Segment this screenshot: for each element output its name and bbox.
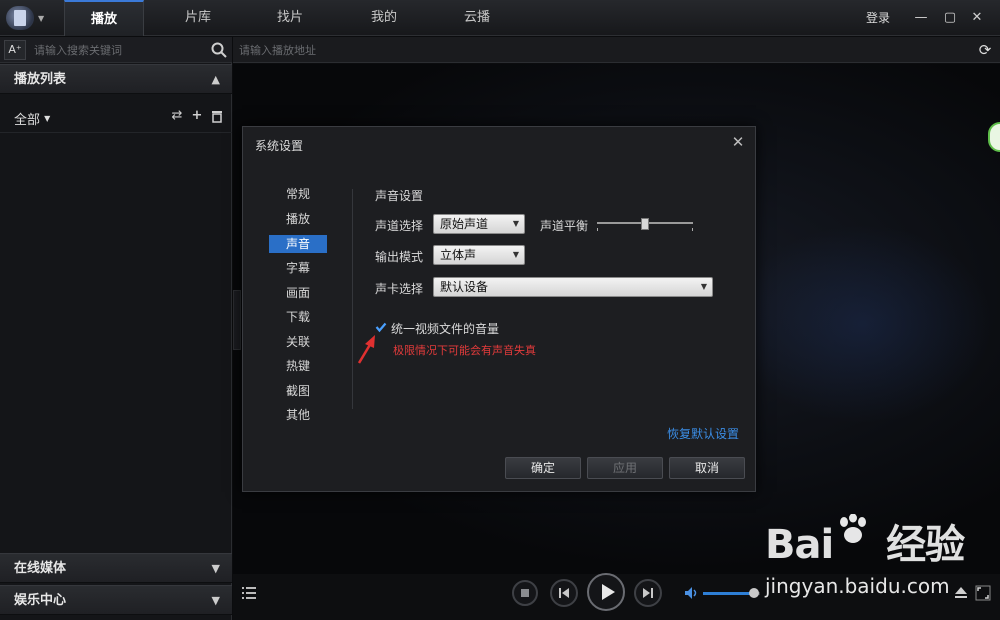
- normalize-volume-label[interactable]: 统一视频文件的音量: [391, 320, 499, 337]
- red-arrow-annotation-icon: [357, 335, 375, 364]
- balance-label: 声道平衡: [540, 219, 589, 233]
- playlist-filter-row: 全部 ▼ ⇄ +: [0, 101, 232, 133]
- fullscreen-icon[interactable]: [975, 585, 991, 601]
- output-select-value: 立体声: [440, 248, 477, 262]
- tab-find[interactable]: 找片: [250, 0, 330, 36]
- output-select[interactable]: 立体声 ▼: [433, 245, 525, 265]
- chevron-down-icon: ▼: [38, 14, 45, 23]
- nav-general[interactable]: 常规: [269, 185, 327, 203]
- search-bar: A⁺: [0, 37, 232, 63]
- trash-icon[interactable]: [210, 109, 224, 123]
- online-media-header[interactable]: 在线媒体 ▼: [0, 553, 232, 583]
- filter-label: 全部: [14, 113, 41, 128]
- stop-button[interactable]: [512, 580, 538, 606]
- address-input[interactable]: [239, 40, 939, 60]
- online-media-title: 在线媒体: [14, 561, 67, 576]
- nav-hotkeys[interactable]: 热键: [269, 357, 327, 375]
- section-title: 声音设置: [375, 189, 424, 203]
- soundcard-select[interactable]: 默认设备 ▼: [433, 277, 713, 297]
- chevron-down-icon[interactable]: ▼: [212, 586, 220, 616]
- filter-dropdown[interactable]: 全部 ▼: [14, 109, 50, 128]
- channel-select-value: 原始声道: [440, 217, 489, 231]
- sidebar: A⁺ 播放列表 ▲ 全部 ▼ ⇄ + 在线媒体 ▼ 娱乐中心 ▼: [0, 37, 232, 620]
- previous-button[interactable]: [550, 579, 578, 607]
- tab-library[interactable]: 片库: [158, 0, 238, 36]
- cancel-button[interactable]: 取消: [669, 457, 745, 479]
- previous-icon: [559, 588, 569, 598]
- play-button[interactable]: [587, 573, 625, 611]
- chevron-down-icon: ▼: [512, 250, 519, 259]
- chevron-up-icon[interactable]: ▲: [212, 65, 220, 95]
- volume-icon[interactable]: [684, 586, 700, 600]
- next-button[interactable]: [634, 579, 662, 607]
- ok-button[interactable]: 确定: [505, 457, 581, 479]
- restore-defaults-link[interactable]: 恢复默认设置: [667, 425, 739, 442]
- distortion-warning: 极限情况下可能会有声音失真: [393, 344, 536, 357]
- sidebar-collapse-handle[interactable]: [233, 290, 241, 350]
- entertainment-title: 娱乐中心: [14, 593, 67, 608]
- tab-mine[interactable]: 我的: [344, 0, 424, 36]
- search-input[interactable]: [30, 40, 208, 60]
- channel-label: 声道选择: [375, 219, 424, 233]
- chevron-down-icon: ▼: [512, 219, 519, 228]
- add-icon[interactable]: +: [190, 109, 204, 123]
- tab-cloud[interactable]: 云播: [437, 0, 517, 36]
- chevron-down-icon[interactable]: ▼: [212, 554, 220, 584]
- app-logo-menu[interactable]: ▼: [6, 6, 46, 30]
- apply-button[interactable]: 应用: [587, 457, 663, 479]
- nav-download[interactable]: 下载: [269, 308, 327, 326]
- refresh-icon[interactable]: ⟳: [976, 41, 994, 59]
- watermark-logo: Bai 经验: [765, 512, 965, 570]
- address-bar: ⟳: [233, 37, 1000, 63]
- next-icon: [643, 588, 653, 598]
- nav-sound[interactable]: 声音: [269, 235, 327, 253]
- nav-divider: [352, 189, 353, 409]
- soundcard-label: 声卡选择: [375, 282, 424, 296]
- minimize-icon[interactable]: —: [908, 0, 934, 36]
- entertainment-header[interactable]: 娱乐中心 ▼: [0, 585, 232, 615]
- top-bar: ▼ 播放 片库 找片 我的 云播 登录 — ▢ ✕: [0, 0, 1000, 36]
- nav-other[interactable]: 其他: [269, 406, 327, 424]
- close-icon[interactable]: ✕: [964, 0, 990, 36]
- channel-select[interactable]: 原始声道 ▼: [433, 214, 525, 234]
- floating-badge-icon[interactable]: [988, 122, 1000, 152]
- font-size-button[interactable]: A⁺: [4, 40, 26, 60]
- loop-icon[interactable]: ⇄: [170, 109, 184, 123]
- nav-association[interactable]: 关联: [269, 333, 327, 351]
- paw-icon: [840, 514, 866, 543]
- baidu-jingyan-watermark: Bai 经验 jingyan.baidu.com: [765, 512, 965, 602]
- nav-screenshot[interactable]: 截图: [269, 382, 327, 400]
- balance-slider-knob[interactable]: [641, 218, 649, 230]
- login-link[interactable]: 登录: [866, 0, 890, 36]
- soundcard-select-value: 默认设备: [440, 280, 489, 294]
- maximize-icon[interactable]: ▢: [937, 0, 963, 36]
- nav-picture[interactable]: 画面: [269, 284, 327, 302]
- play-icon: [602, 584, 615, 600]
- caret-down-icon: ▼: [44, 114, 51, 123]
- playlist-toggle-icon[interactable]: [242, 586, 258, 600]
- playlist-title: 播放列表: [14, 72, 67, 87]
- playlist-header[interactable]: 播放列表 ▲: [0, 64, 232, 94]
- dialog-close-icon[interactable]: ✕: [729, 133, 747, 151]
- dialog-title: 系统设置: [255, 139, 304, 153]
- nav-playback[interactable]: 播放: [269, 210, 327, 228]
- tab-play[interactable]: 播放: [64, 0, 144, 36]
- settings-dialog: 系统设置 ✕ 常规 播放 声音 字幕 画面 下载 关联 热键 截图 其他 声音设…: [242, 126, 756, 492]
- search-icon[interactable]: [210, 41, 228, 59]
- stop-icon: [521, 589, 529, 597]
- watermark-url: jingyan.baidu.com: [765, 574, 950, 598]
- output-label: 输出模式: [375, 250, 424, 264]
- chevron-down-icon: ▼: [700, 282, 707, 291]
- nav-subtitles[interactable]: 字幕: [269, 259, 327, 277]
